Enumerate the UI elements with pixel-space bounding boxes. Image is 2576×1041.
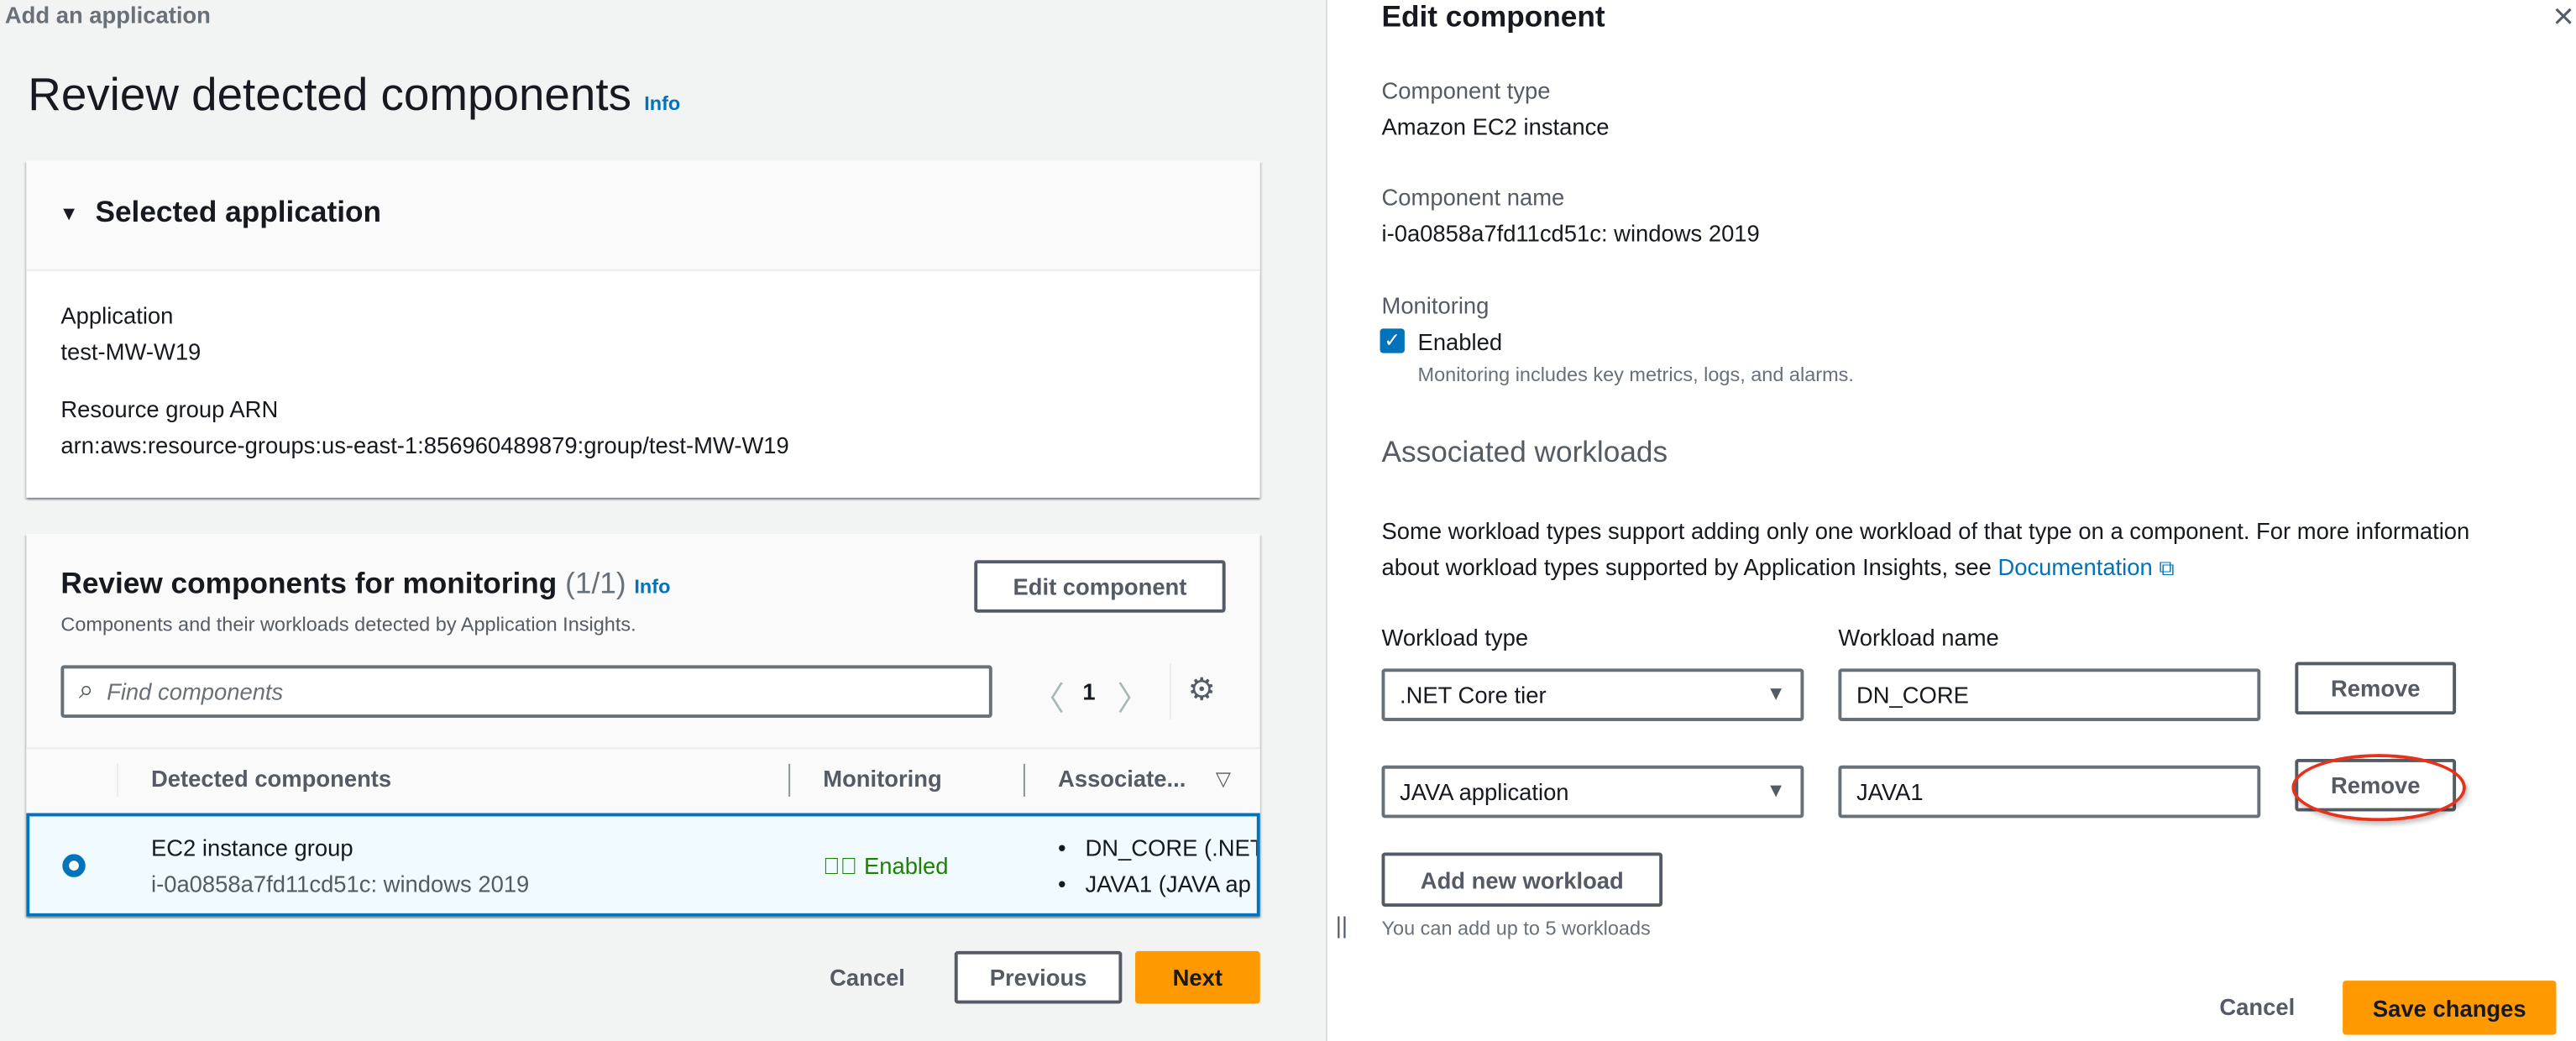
close-icon[interactable]: ×: [2553, 0, 2574, 38]
component-name-value: i-0a0858a7fd11cd51c: windows 2019: [1381, 220, 1760, 247]
add-workload-button[interactable]: Add new workload: [1381, 852, 1663, 908]
workloads-header: Associated workloads: [1381, 435, 1668, 468]
arn-label: Resource group ARN: [60, 395, 279, 422]
card-header[interactable]: ▼ Selected application: [26, 160, 1260, 271]
status-text: Enabled: [863, 852, 949, 879]
page-number[interactable]: 1: [1082, 678, 1095, 704]
remove-workload-button[interactable]: Remove: [2295, 662, 2457, 715]
panel-title: Edit component: [1381, 0, 1605, 34]
workload-item: • JAVA1 (JAVA ap: [1058, 870, 1251, 897]
monitoring-checkbox-label[interactable]: Enabled: [1418, 328, 1503, 354]
component-type-label: Component type: [1381, 76, 1551, 104]
table-row[interactable]: EC2 instance group i-0a0858a7fd11cd51c: …: [26, 813, 1260, 917]
component-id: i-0a0858a7fd11cd51c: windows 2019: [151, 870, 530, 897]
external-link-icon[interactable]: ⧉: [2159, 555, 2174, 579]
monitoring-label: Monitoring: [1381, 292, 1490, 319]
select-value: JAVA application: [1400, 778, 1569, 805]
monitoring-help: Monitoring includes key metrics, logs, a…: [1417, 363, 1854, 386]
page-title: Review detected components Info: [28, 69, 680, 122]
monitoring-checkbox[interactable]: ✓: [1380, 328, 1405, 353]
application-value: test-MW-W19: [60, 338, 202, 365]
caret-down-icon: ▼: [59, 201, 79, 226]
separator: [1170, 663, 1172, 719]
review-subtitle: Components and their workloads detected …: [60, 612, 636, 636]
caret-down-icon: ▼: [1766, 778, 1786, 802]
workload-type-select[interactable]: JAVA application ▼: [1381, 765, 1804, 819]
workload-name-input[interactable]: DN_CORE: [1838, 668, 2261, 721]
row-radio[interactable]: [62, 854, 86, 877]
component-name: EC2 instance group: [151, 834, 353, 861]
gear-icon[interactable]: ⚙: [1188, 672, 1216, 709]
component-name-label: Component name: [1381, 184, 1565, 211]
edit-component-button[interactable]: Edit component: [974, 560, 1226, 613]
monitoring-status: ✓⃝ Enabled: [823, 852, 948, 878]
workloads-description: about workload types supported by Applic…: [1382, 553, 2175, 581]
workload-item: • DN_CORE (.NET: [1058, 834, 1260, 861]
workload-type-label: Workload type: [1381, 624, 1529, 651]
select-value: .NET Core tier: [1400, 681, 1547, 709]
search-input[interactable]: ⌕ Find components: [60, 665, 992, 719]
add-workload-help: You can add up to 5 workloads: [1381, 916, 1651, 940]
cancel-button[interactable]: Cancel: [2219, 994, 2295, 1020]
check-circle-icon: ✓⃝: [823, 852, 858, 879]
previous-page-icon[interactable]: 〈: [1032, 672, 1065, 719]
workload-type-select[interactable]: .NET Core tier ▼: [1381, 668, 1804, 721]
description-text: about workload types supported by Applic…: [1381, 553, 1992, 580]
documentation-link[interactable]: Documentation: [1997, 553, 2152, 579]
sort-icon[interactable]: ▽: [1216, 767, 1231, 790]
arn-value: arn:aws:resource-groups:us-east-1:856960…: [60, 432, 789, 458]
info-link[interactable]: Info: [634, 575, 670, 598]
previous-button[interactable]: Previous: [954, 950, 1123, 1004]
main-content: Add an application Review detected compo…: [0, 0, 1326, 1041]
workload-name-label: Workload name: [1838, 624, 1999, 651]
page-title-text: Review detected components: [28, 69, 631, 120]
breadcrumb: Add an application: [4, 1, 211, 29]
application-label: Application: [60, 302, 174, 329]
save-changes-button[interactable]: Save changes: [2343, 981, 2557, 1035]
selected-application-card: ▼ Selected application Application test-…: [26, 160, 1260, 498]
workload-text: DN_CORE (.NET: [1085, 834, 1260, 861]
workload-text: JAVA1 (JAVA ap: [1085, 870, 1251, 897]
workloads-description: Some workload types support adding only …: [1381, 517, 2470, 544]
next-page-icon[interactable]: 〉: [1117, 672, 1149, 719]
column-detected-components[interactable]: Detected components: [151, 766, 391, 792]
cancel-button[interactable]: Cancel: [830, 965, 905, 991]
review-title-text: Review components for monitoring: [60, 567, 558, 600]
search-placeholder: Find components: [107, 678, 284, 705]
component-type-value: Amazon EC2 instance: [1381, 113, 1610, 140]
column-associated-workloads[interactable]: Associate...: [1058, 766, 1186, 792]
column-monitoring[interactable]: Monitoring: [823, 766, 941, 792]
edit-component-panel: Edit component × Component type Amazon E…: [1327, 0, 2576, 1041]
workload-name-input[interactable]: JAVA1: [1838, 765, 2261, 819]
card-title: Selected application: [95, 195, 382, 228]
next-button[interactable]: Next: [1135, 950, 1260, 1004]
caret-down-icon: ▼: [1766, 681, 1786, 705]
info-link[interactable]: Info: [644, 92, 680, 115]
component-count: (1/1): [565, 567, 626, 600]
search-icon: ⌕: [78, 677, 94, 705]
annotation-circle: [2291, 754, 2466, 822]
resize-handle[interactable]: ||: [1336, 912, 1348, 938]
review-title: Review components for monitoring (1/1) I…: [60, 567, 670, 601]
